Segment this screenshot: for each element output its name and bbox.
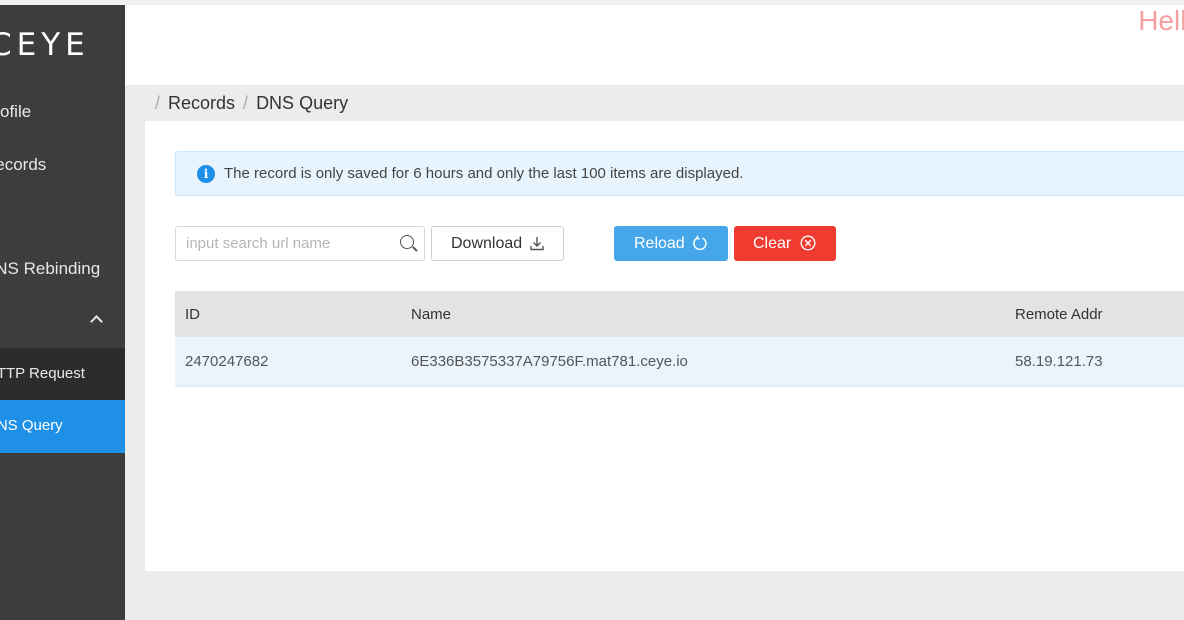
- table-row[interactable]: 2470247682 6E336B3575337A79756F.mat781.c…: [175, 337, 1184, 387]
- search-box[interactable]: [175, 226, 425, 261]
- info-alert: i The record is only saved for 6 hours a…: [175, 151, 1184, 196]
- sidebar-item-profile[interactable]: Profile: [0, 102, 31, 122]
- sidebar-item-label: HTTP Request: [0, 365, 85, 382]
- sidebar-item-dns-query[interactable]: DNS Query: [0, 400, 125, 453]
- breadcrumb: / Records / DNS Query: [155, 93, 348, 114]
- table-header: ID Name Remote Addr: [175, 291, 1184, 337]
- cell-remote-addr: 58.19.121.73: [1015, 353, 1103, 370]
- search-input[interactable]: [176, 227, 391, 260]
- search-icon[interactable]: [400, 235, 414, 249]
- sidebar-item-label: DNS Query: [0, 417, 63, 434]
- sidebar-item-http-request[interactable]: HTTP Request: [0, 348, 125, 400]
- info-icon: i: [197, 165, 215, 183]
- reload-label: Reload: [634, 235, 685, 252]
- reload-icon: [693, 235, 707, 251]
- chevron-up-icon: [90, 315, 103, 328]
- alert-message: The record is only saved for 6 hours and…: [224, 165, 744, 182]
- reload-button[interactable]: Reload: [614, 226, 728, 261]
- sidebar-item-dns-rebinding[interactable]: DNS Rebinding: [0, 259, 100, 279]
- sidebar: CEYE Profile Records DNS Rebinding HTTP …: [0, 5, 125, 620]
- download-label: Download: [451, 235, 523, 252]
- breadcrumb-dns-query: DNS Query: [256, 93, 349, 113]
- clear-label: Clear: [753, 235, 792, 252]
- column-header-id: ID: [185, 306, 200, 323]
- logo: CEYE: [0, 27, 90, 63]
- sidebar-group-toggle[interactable]: [0, 301, 125, 345]
- header: Hello: [125, 5, 1184, 85]
- column-header-remote-addr: Remote Addr: [1015, 306, 1103, 323]
- clear-icon: [800, 235, 816, 251]
- cell-name: 6E336B3575337A79756F.mat781.ceye.io: [411, 353, 688, 370]
- breadcrumb-separator: /: [243, 93, 249, 113]
- column-header-name: Name: [411, 306, 452, 323]
- header-greeting: Hello: [1138, 5, 1184, 36]
- breadcrumb-separator: /: [155, 93, 161, 113]
- breadcrumb-records[interactable]: Records: [168, 93, 235, 113]
- cell-id: 2470247682: [185, 353, 269, 370]
- clear-button[interactable]: Clear: [734, 226, 836, 261]
- download-button[interactable]: Download: [431, 226, 564, 261]
- sidebar-item-records[interactable]: Records: [0, 155, 46, 175]
- download-icon: [530, 237, 544, 251]
